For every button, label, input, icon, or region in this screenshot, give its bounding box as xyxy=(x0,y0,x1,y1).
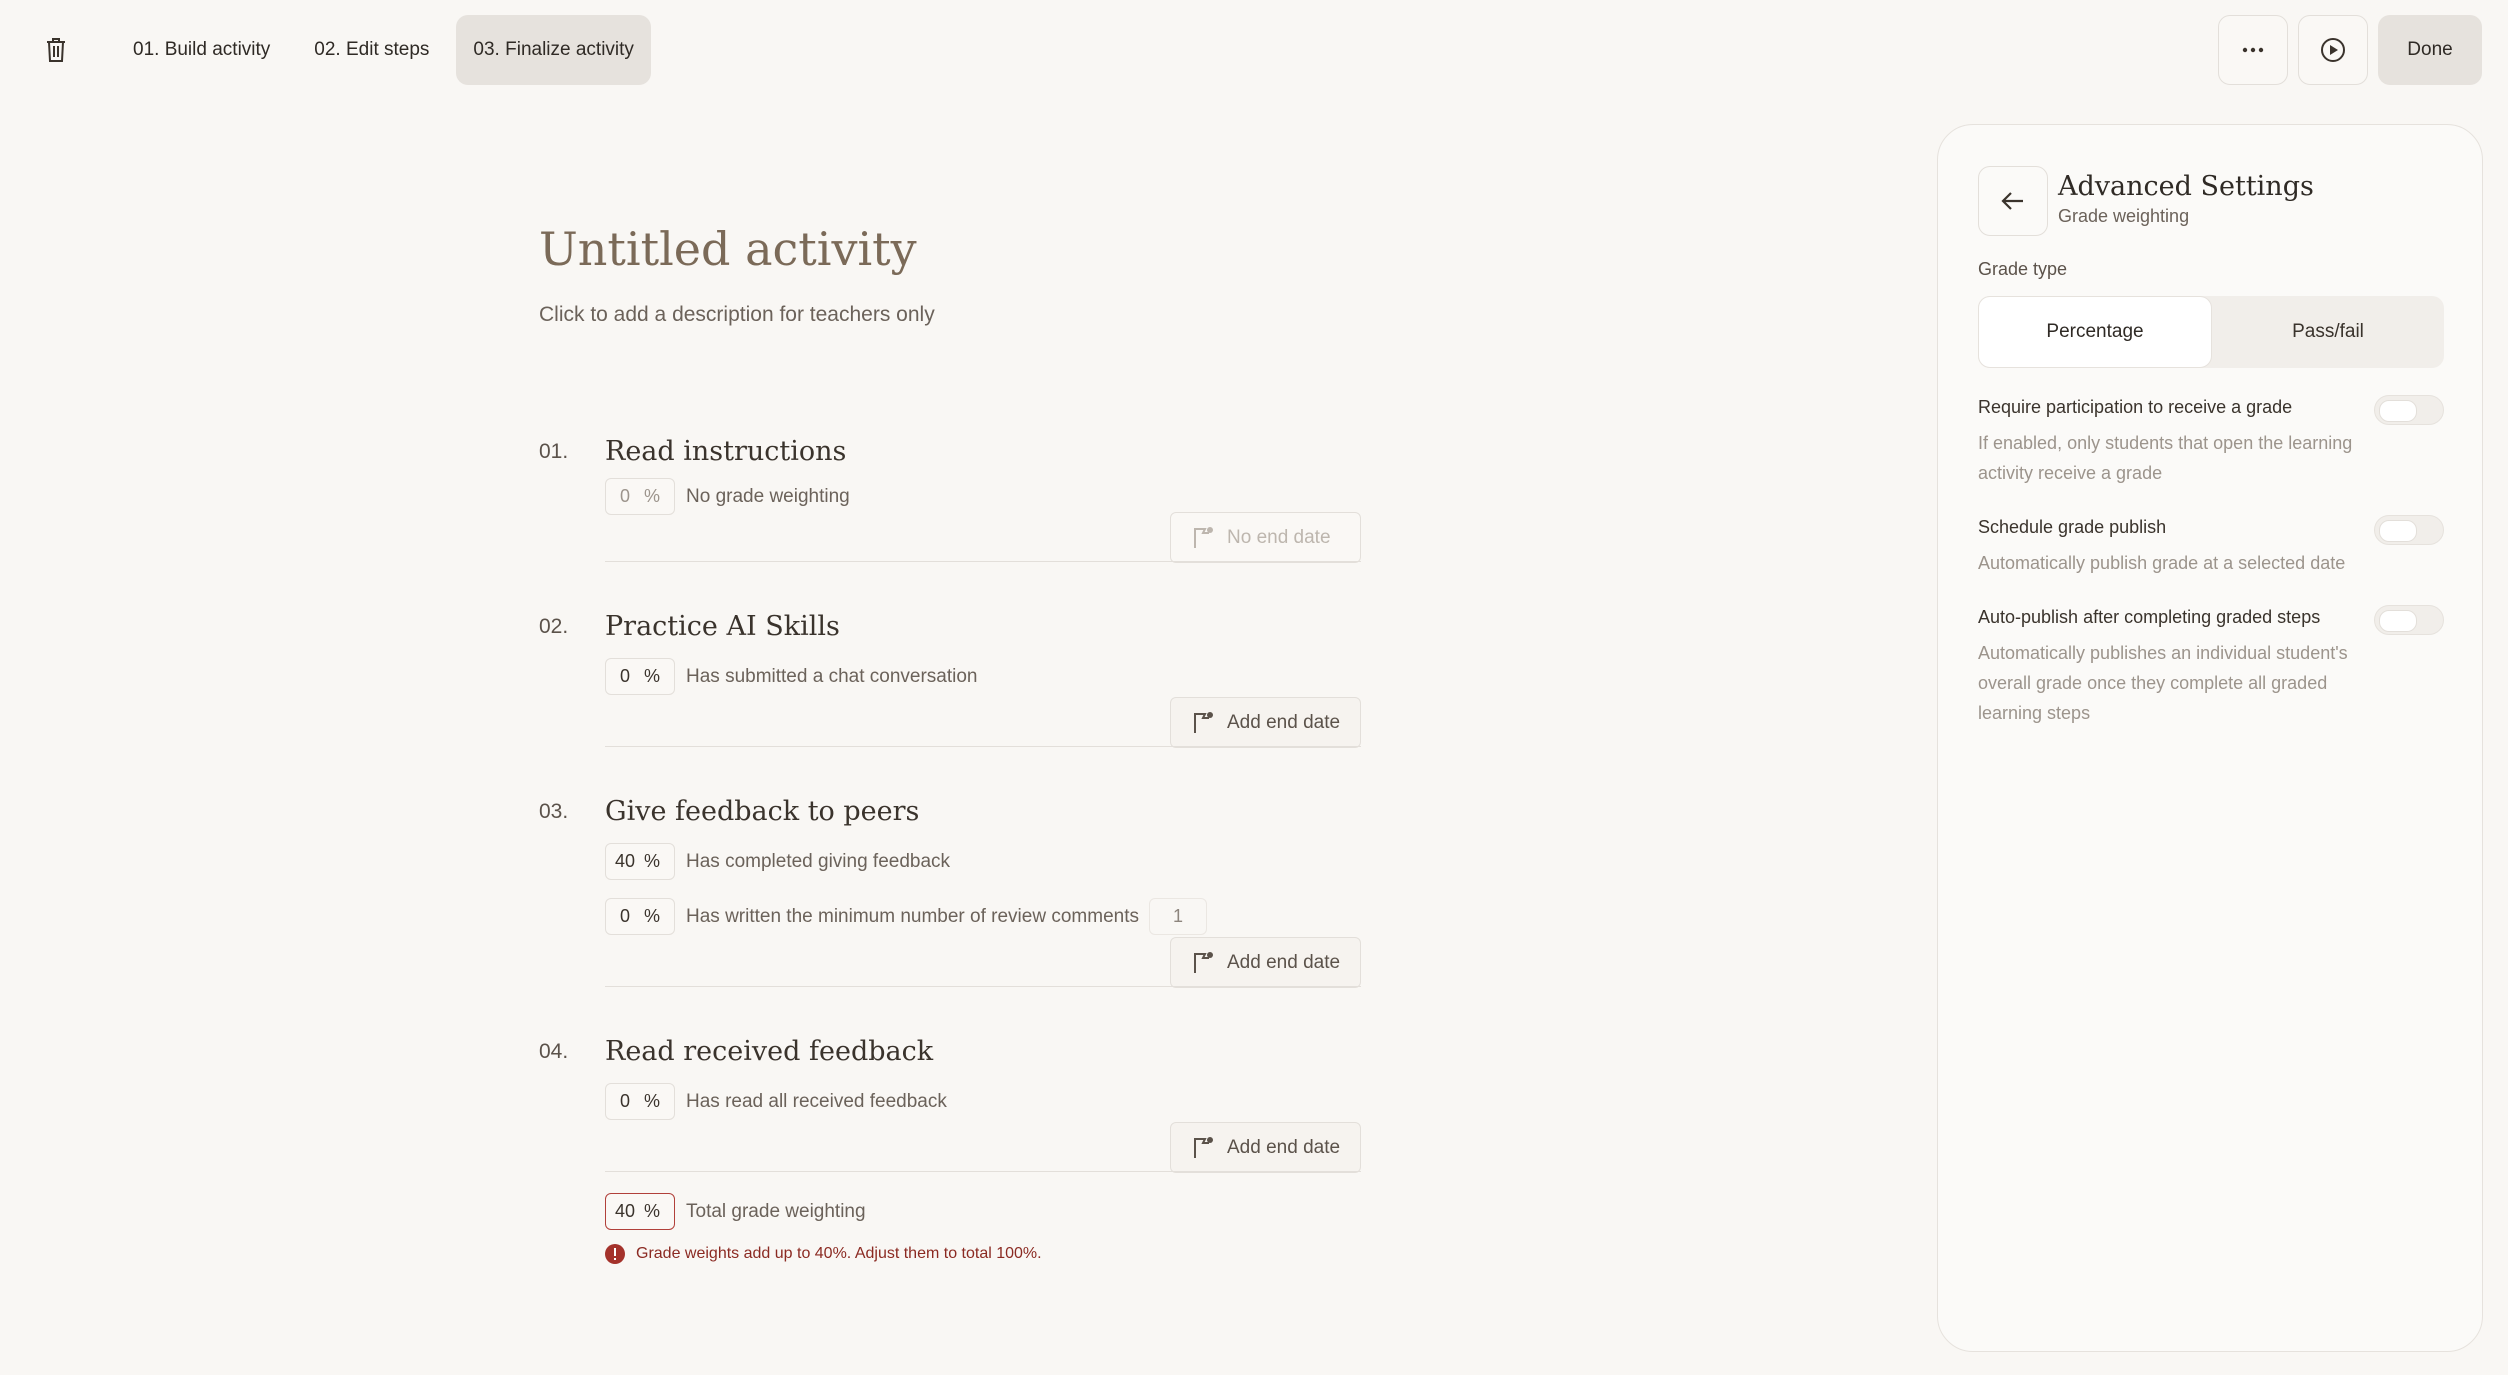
step-divider xyxy=(605,561,1361,562)
done-button[interactable]: Done xyxy=(2378,15,2482,85)
weight-input[interactable]: 40% xyxy=(605,843,675,880)
total-label: Total grade weighting xyxy=(686,1200,866,1222)
grade-criteria-label: Has completed giving feedback xyxy=(686,850,951,872)
percent-sign: % xyxy=(644,486,661,506)
grade-type-percentage[interactable]: Percentage xyxy=(1978,296,2212,368)
require-participation-toggle[interactable] xyxy=(2374,395,2444,425)
total-weighting: 40% Total grade weighting xyxy=(539,1193,1361,1233)
end-date-label: Add end date xyxy=(1227,711,1341,733)
step-1: 01. Read instructions 0% No grade weight… xyxy=(539,436,1361,563)
back-button[interactable] xyxy=(1978,166,2048,236)
schedule-publish-toggle[interactable] xyxy=(2374,515,2444,545)
delete-activity-button[interactable] xyxy=(40,32,72,68)
step-title: Practice AI Skills xyxy=(605,611,840,642)
panel-title: Advanced Settings xyxy=(2058,171,2314,202)
weight-value: 0 xyxy=(619,486,630,506)
flag-check-icon xyxy=(1194,526,1213,548)
play-icon xyxy=(2321,38,2345,62)
tab-build-activity[interactable]: 01. Build activity xyxy=(116,15,287,85)
step-3: 03. Give feedback to peers 40% Has compl… xyxy=(539,796,1361,988)
setting-description: Automatically publishes an individual st… xyxy=(1978,643,2348,723)
step-4: 04. Read received feedback 0% Has read a… xyxy=(539,1036,1361,1173)
grade-criteria-label: Has read all received feedback xyxy=(686,1090,947,1112)
panel-subtitle: Grade weighting xyxy=(2058,206,2190,226)
percent-sign: % xyxy=(644,1091,661,1111)
preview-button[interactable] xyxy=(2298,15,2368,85)
step-title: Give feedback to peers xyxy=(605,796,920,827)
end-date-label: No end date xyxy=(1227,526,1331,548)
flag-check-icon xyxy=(1194,951,1213,973)
grade-type-selector: Percentage Pass/fail xyxy=(1978,296,2444,368)
min-comments-input[interactable]: 1 xyxy=(1148,898,1207,935)
weight-input[interactable]: 0% xyxy=(605,1083,675,1120)
weight-value: 0 xyxy=(619,1091,630,1111)
percent-sign: % xyxy=(644,666,661,686)
setting-description: Automatically publish grade at a selecte… xyxy=(1978,553,2346,573)
step-title: Read instructions xyxy=(605,436,847,467)
end-date-label: Add end date xyxy=(1227,1136,1341,1158)
grade-row: 0% No grade weighting xyxy=(605,478,850,515)
weight-value: 0 xyxy=(619,666,630,686)
setting-title: Auto-publish after completing graded ste… xyxy=(1978,607,2321,627)
error-icon xyxy=(605,1244,625,1264)
grade-row: 0% Has written the minimum number of rev… xyxy=(605,898,1207,935)
back-arrow-icon xyxy=(2001,192,2023,210)
weight-input[interactable]: 0% xyxy=(605,478,675,515)
step-tabs: 01. Build activity 02. Edit steps 03. Fi… xyxy=(116,15,651,85)
flag-check-icon xyxy=(1194,1136,1213,1158)
flag-check-icon xyxy=(1194,711,1213,733)
trash-icon xyxy=(47,38,65,62)
weight-error-message: Grade weights add up to 40%. Adjust them… xyxy=(605,1244,1042,1264)
grade-criteria-label: No grade weighting xyxy=(686,485,850,507)
setting-title: Schedule grade publish xyxy=(1978,517,2167,537)
end-date-button: No end date xyxy=(1170,512,1361,563)
step-number: 01. xyxy=(539,440,569,463)
step-divider xyxy=(605,746,1361,747)
setting-title: Require participation to receive a grade xyxy=(1978,397,2293,417)
step-number: 04. xyxy=(539,1040,569,1063)
total-weight-field: 40% xyxy=(605,1193,675,1230)
add-end-date-button[interactable]: Add end date xyxy=(1170,1122,1361,1173)
step-2: 02. Practice AI Skills 0% Has submitted … xyxy=(539,611,1361,748)
setting-description: If enabled, only students that open the … xyxy=(1978,433,2353,483)
weight-input[interactable]: 0% xyxy=(605,898,675,935)
top-actions: Done xyxy=(2218,15,2482,85)
add-end-date-button[interactable]: Add end date xyxy=(1170,937,1361,988)
activity-title[interactable]: Untitled activity xyxy=(539,222,917,276)
tab-edit-steps[interactable]: 02. Edit steps xyxy=(297,15,446,85)
step-number: 03. xyxy=(539,800,569,823)
step-title: Read received feedback xyxy=(605,1036,934,1067)
auto-publish-toggle[interactable] xyxy=(2374,605,2444,635)
weight-value: 0 xyxy=(619,906,630,926)
step-number: 02. xyxy=(539,615,569,638)
activity-description[interactable]: Click to add a description for teachers … xyxy=(539,303,935,327)
grade-row: 40% Has completed giving feedback xyxy=(605,843,950,880)
weight-input[interactable]: 0% xyxy=(605,658,675,695)
step-divider xyxy=(605,1171,1361,1172)
more-icon xyxy=(2242,47,2264,53)
end-date-label: Add end date xyxy=(1227,951,1341,973)
add-end-date-button[interactable]: Add end date xyxy=(1170,697,1361,748)
grade-criteria-label: Has submitted a chat conversation xyxy=(686,665,978,687)
error-text: Grade weights add up to 40%. Adjust them… xyxy=(636,1245,1042,1262)
percent-sign: % xyxy=(644,1201,661,1221)
tab-finalize-activity[interactable]: 03. Finalize activity xyxy=(456,15,651,85)
percent-sign: % xyxy=(644,906,661,926)
step-divider xyxy=(605,986,1361,987)
grade-type-pass-fail[interactable]: Pass/fail xyxy=(2212,296,2444,368)
grade-row: 0% Has read all received feedback xyxy=(605,1083,947,1120)
weight-value: 40 xyxy=(614,851,636,871)
advanced-settings-panel: Advanced Settings Grade weighting Grade … xyxy=(1937,124,2483,1352)
total-value: 40 xyxy=(614,1201,636,1221)
more-options-button[interactable] xyxy=(2218,15,2288,85)
total-row: 40% Total grade weighting xyxy=(605,1193,866,1230)
percent-sign: % xyxy=(644,851,661,871)
grade-criteria-label: Has written the minimum number of review… xyxy=(686,905,1139,927)
grade-type-label: Grade type xyxy=(1978,259,2068,279)
grade-row: 0% Has submitted a chat conversation xyxy=(605,658,978,695)
